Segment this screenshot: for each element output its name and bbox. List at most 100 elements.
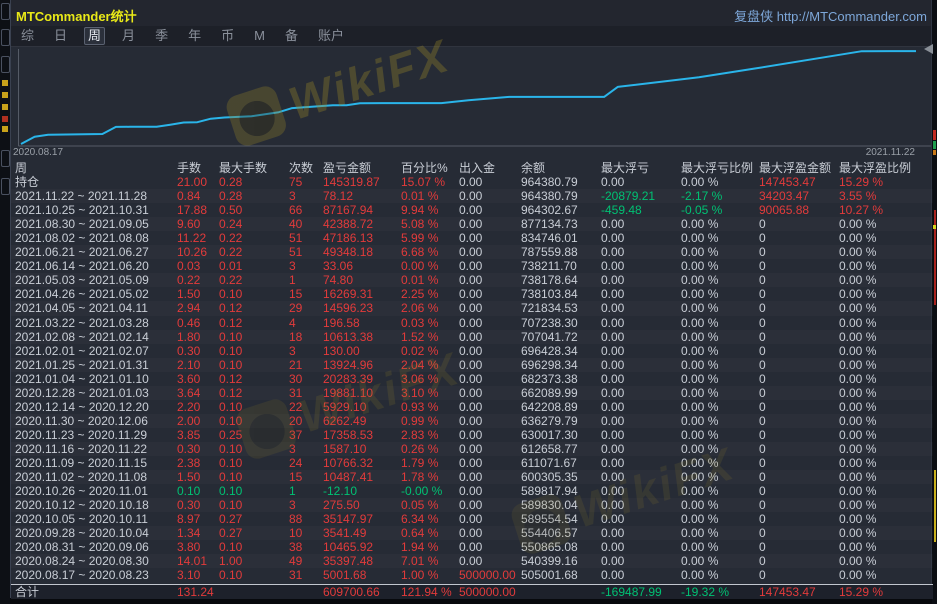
cell-period: 2020.11.09 ~ 2020.11.15 [15, 456, 147, 470]
cell-value: 2.00 [177, 414, 200, 428]
table-row[interactable]: 2020.12.14 ~ 2020.12.202.200.10225929.10… [11, 400, 933, 414]
cell-value: 10.26 [177, 245, 207, 259]
table-row[interactable]: 2021.04.05 ~ 2021.04.112.940.122914596.2… [11, 301, 933, 315]
cell-value: -12.10 [323, 484, 357, 498]
menu-item-综[interactable]: 综 [18, 28, 37, 44]
menu-item-季[interactable]: 季 [152, 28, 171, 44]
cell-value: 0.00 [459, 386, 482, 400]
cell-value: 1.00 % [401, 568, 438, 582]
cell-value: 0.26 % [401, 442, 438, 456]
table-row[interactable]: 2021.04.26 ~ 2021.05.021.500.101516269.3… [11, 287, 933, 301]
cell-value: 0.00 [601, 175, 624, 189]
table-row[interactable]: 2020.11.16 ~ 2020.11.220.300.1031587.100… [11, 442, 933, 456]
cell-value: 40 [289, 217, 302, 231]
column-header[interactable]: 盈亏金额 [323, 161, 371, 175]
column-header[interactable]: 余额 [521, 161, 545, 175]
cell-value: 0.12 [219, 372, 242, 386]
cell-value: 10 [289, 526, 302, 540]
table-row[interactable]: 2021.08.30 ~ 2021.09.059.600.244042388.7… [11, 217, 933, 231]
menu-item-年[interactable]: 年 [185, 28, 204, 44]
column-header[interactable]: 最大浮亏 [601, 161, 649, 175]
cell-value: 707238.30 [521, 316, 578, 330]
cell-value: 0.00 % [681, 273, 718, 287]
table-row[interactable]: 2021.10.25 ~ 2021.10.3117.880.506687167.… [11, 203, 933, 217]
cell-value: 10.27 % [839, 203, 883, 217]
column-header[interactable]: 手数 [177, 161, 201, 175]
cell-value: 1.50 [177, 470, 200, 484]
cell-value: 2.25 % [401, 287, 438, 301]
cell-value: 0.00 % [839, 414, 876, 428]
cell-period: 2020.08.17 ~ 2020.08.23 [15, 568, 149, 582]
cell-value: 0.22 [219, 273, 242, 287]
cell-period: 2021.02.01 ~ 2021.02.07 [15, 344, 149, 358]
menu-item-M[interactable]: M [251, 28, 268, 44]
column-header[interactable]: 百分比% [401, 161, 448, 175]
cell-value: 0.00 % [681, 540, 718, 554]
cell-value: 0.00 [459, 217, 482, 231]
table-row[interactable]: 2020.11.23 ~ 2020.11.293.850.253717358.5… [11, 428, 933, 442]
title-bar[interactable]: MTCommander统计 复盘侠 http://MTCommander.com [11, 0, 931, 26]
background-fragment [933, 130, 936, 140]
cell-period: 2021.05.03 ~ 2021.05.09 [15, 273, 149, 287]
weekly-stats-table: 周 手数 最大手数 次数盈亏金额 百分比% 出入金 余额 最大浮亏 最大浮亏比例最大浮盈金额最大… [11, 161, 933, 582]
background-fragment [2, 80, 8, 86]
column-header[interactable]: 最大浮盈比例 [839, 161, 911, 175]
cell-value: 0.00 % [839, 330, 876, 344]
table-row[interactable]: 2020.10.26 ~ 2020.11.010.100.101-12.10-0… [11, 484, 933, 498]
table-row[interactable]: 2021.06.14 ~ 2021.06.200.030.01333.060.0… [11, 259, 933, 273]
column-header[interactable]: 最大浮盈金额 [759, 161, 831, 175]
cell-value: 0.28 [219, 175, 242, 189]
table-row[interactable]: 2020.10.12 ~ 2020.10.180.300.103275.500.… [11, 498, 933, 512]
cell-value: 0.10 [219, 358, 242, 372]
background-window-left-edge[interactable] [0, 0, 10, 604]
table-row[interactable]: 持仓21.000.2875145319.8715.07 %0.00964380.… [11, 175, 933, 189]
cell-value: 0.00 % [839, 217, 876, 231]
cell-value: 0.00 [601, 568, 624, 582]
cell-value: 0.00 % [839, 358, 876, 372]
cell-value: 0.84 [177, 189, 200, 203]
cell-value: 1 [289, 273, 296, 287]
column-header[interactable]: 最大手数 [219, 161, 267, 175]
column-header-period[interactable]: 周 [15, 161, 27, 175]
table-row[interactable]: 2021.02.08 ~ 2021.02.141.800.101810613.3… [11, 330, 933, 344]
brand-link[interactable]: 复盘侠 http://MTCommander.com [734, 6, 927, 25]
table-row[interactable]: 2020.11.09 ~ 2020.11.152.380.102410766.3… [11, 456, 933, 470]
table-row[interactable]: 2020.11.02 ~ 2020.11.081.500.101510487.4… [11, 470, 933, 484]
cell-value: 0 [759, 400, 766, 414]
table-row[interactable]: 2021.01.25 ~ 2021.01.312.100.102113924.9… [11, 358, 933, 372]
table-row[interactable]: 2021.03.22 ~ 2021.03.280.460.124196.580.… [11, 316, 933, 330]
table-row[interactable]: 2020.09.28 ~ 2020.10.041.340.27103541.49… [11, 526, 933, 540]
menu-item-账户[interactable]: 账户 [315, 28, 347, 44]
table-row[interactable]: 2020.11.30 ~ 2020.12.062.000.10206262.49… [11, 414, 933, 428]
table-row[interactable]: 2020.10.05 ~ 2020.10.118.970.278835147.9… [11, 512, 933, 526]
table-row[interactable]: 2021.06.21 ~ 2021.06.2710.260.225149348.… [11, 245, 933, 259]
table-row[interactable]: 2021.01.04 ~ 2021.01.103.600.123020283.3… [11, 372, 933, 386]
menu-item-日[interactable]: 日 [51, 28, 70, 44]
menu-item-币[interactable]: 币 [218, 28, 237, 44]
table-row[interactable]: 2021.08.02 ~ 2021.08.0811.220.225147186.… [11, 231, 933, 245]
column-header[interactable]: 次数 [289, 161, 313, 175]
menu-item-备[interactable]: 备 [282, 28, 301, 44]
table-row[interactable]: 2020.08.24 ~ 2020.08.3014.011.004935397.… [11, 554, 933, 568]
cell-value: 0.28 [219, 189, 242, 203]
table-row[interactable]: 2021.02.01 ~ 2021.02.070.300.103130.000.… [11, 344, 933, 358]
cell-value: 14.01 [177, 554, 207, 568]
cell-value: 0.03 [177, 259, 200, 273]
column-header[interactable]: 最大浮亏比例 [681, 161, 753, 175]
table-row[interactable]: 2021.05.03 ~ 2021.05.090.220.22174.800.0… [11, 273, 933, 287]
cell-value: 90065.88 [759, 203, 809, 217]
cell-value: 2.83 % [401, 428, 438, 442]
cell-value: 0.50 [219, 203, 242, 217]
menu-item-周[interactable]: 周 [84, 27, 105, 45]
table-row[interactable]: 2020.08.17 ~ 2020.08.233.100.10315001.68… [11, 568, 933, 582]
table-row[interactable]: 2020.08.31 ~ 2020.09.063.800.103810465.9… [11, 540, 933, 554]
axis-start-date: 2020.08.17 [13, 147, 63, 158]
menu-item-月[interactable]: 月 [119, 28, 138, 44]
cell-value: 0.10 [219, 442, 242, 456]
table-row[interactable]: 2021.11.22 ~ 2021.11.280.840.28378.120.0… [11, 189, 933, 203]
column-header[interactable]: 出入金 [459, 161, 495, 175]
cell-value: 540399.16 [521, 554, 578, 568]
background-fragment [933, 225, 936, 229]
table-row[interactable]: 2020.12.28 ~ 2021.01.033.640.123119881.1… [11, 386, 933, 400]
cell-value: 3.64 [177, 386, 200, 400]
